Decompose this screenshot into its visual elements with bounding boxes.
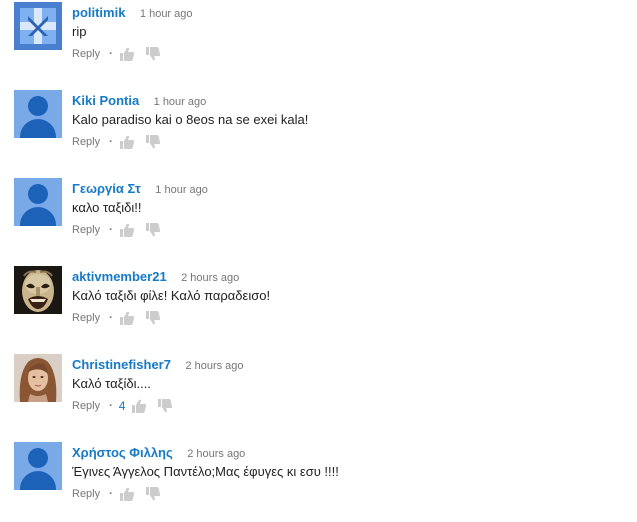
avatar[interactable] [14,2,62,50]
author-name[interactable]: aktivmember21 [72,269,167,284]
avatar[interactable] [14,178,62,226]
author-name[interactable]: Χρήστος Φιλλης [72,445,173,460]
timestamp[interactable]: 2 hours ago [185,360,243,372]
default-avatar-icon [28,96,48,116]
comment-content: politimik 1 hour ago rip Reply · [72,4,624,62]
thumbs-down-icon[interactable] [145,46,161,62]
thumbs-up-icon[interactable] [119,310,135,326]
like-count: 4 [118,399,126,413]
separator-dot: · [109,400,113,412]
comment-content: Christinefisher7 2 hours ago Καλό ταξίδι… [72,356,624,414]
thumbs-down-icon[interactable] [145,222,161,238]
comment-text: Έγινες Άγγελος Παντέλο;Μας έφυγες κι εσυ… [72,464,339,479]
default-avatar-icon [28,184,48,204]
timestamp[interactable]: 1 hour ago [140,8,193,20]
author-name[interactable]: Γεωργία Στ [72,181,141,196]
default-avatar-body [20,471,56,490]
comment-actions: Reply · [72,222,624,238]
comment-actions: Reply · 4 [72,398,624,414]
comment-actions: Reply · [72,310,624,326]
timestamp[interactable]: 1 hour ago [155,184,208,196]
separator-dot: · [109,224,113,236]
reply-button[interactable]: Reply [72,136,100,148]
comment-text: rip [72,24,87,39]
comment-header: Γεωργία Στ 1 hour ago [72,180,624,197]
reply-button[interactable]: Reply [72,224,100,236]
thumbs-up-icon[interactable] [119,46,135,62]
comment-header: Christinefisher7 2 hours ago [72,356,624,373]
thumbs-up-icon[interactable] [119,222,135,238]
timestamp[interactable]: 2 hours ago [187,448,245,460]
author-name[interactable]: Christinefisher7 [72,357,171,372]
comment-header: politimik 1 hour ago [72,4,624,21]
avatar[interactable] [14,354,62,402]
theater-mask-icon [14,266,62,314]
separator-dot: · [109,312,113,324]
comment-actions: Reply · [72,134,624,150]
reply-button[interactable]: Reply [72,488,100,500]
author-name[interactable]: politimik [72,5,125,20]
avatar[interactable] [14,266,62,314]
comment-content: aktivmember21 2 hours ago Καλό ταξιδι φί… [72,268,624,326]
thumbs-down-icon[interactable] [157,398,173,414]
thumbs-down-icon[interactable] [145,486,161,502]
reply-button[interactable]: Reply [72,400,100,412]
default-avatar-body [20,119,56,138]
timestamp[interactable]: 2 hours ago [181,272,239,284]
comment-text: καλο ταξιδι!! [72,200,142,215]
comment-content: Χρήστος Φιλλης 2 hours ago Έγινες Άγγελο… [72,444,624,502]
timestamp[interactable]: 1 hour ago [154,96,207,108]
comment-text: Kalo paradiso kai o 8eos na se exei kala… [72,112,309,127]
thumbs-down-icon[interactable] [145,134,161,150]
comment-content: Γεωργία Στ 1 hour ago καλο ταξιδι!! Repl… [72,180,624,238]
comment-text: Καλό ταξίδι.... [72,376,151,391]
comment-header: Kiki Pontia 1 hour ago [72,92,624,109]
comment: Christinefisher7 2 hours ago Καλό ταξίδι… [14,354,624,434]
separator-dot: · [109,48,113,60]
comment: aktivmember21 2 hours ago Καλό ταξιδι φί… [14,266,624,346]
reply-button[interactable]: Reply [72,312,100,324]
author-name[interactable]: Kiki Pontia [72,93,139,108]
comment-actions: Reply · [72,486,624,502]
thumbs-up-icon[interactable] [119,134,135,150]
comment-content: Kiki Pontia 1 hour ago Kalo paradiso kai… [72,92,624,150]
separator-dot: · [109,136,113,148]
default-avatar-icon [28,448,48,468]
pattern-avatar-icon [14,2,62,50]
thumbs-up-icon[interactable] [131,398,147,414]
avatar[interactable] [14,90,62,138]
comment: politimik 1 hour ago rip Reply · [14,2,624,82]
avatar[interactable] [14,442,62,490]
comment: Γεωργία Στ 1 hour ago καλο ταξιδι!! Repl… [14,178,624,258]
reply-button[interactable]: Reply [72,48,100,60]
comment: Χρήστος Φιλλης 2 hours ago Έγινες Άγγελο… [14,442,624,522]
comment-header: aktivmember21 2 hours ago [72,268,624,285]
thumbs-down-icon[interactable] [145,310,161,326]
comment-actions: Reply · [72,46,624,62]
woman-portrait-icon [14,354,62,402]
separator-dot: · [109,488,113,500]
default-avatar-body [20,207,56,226]
comment-text: Καλό ταξιδι φίλε! Καλό παραδεισο! [72,288,271,303]
comment-header: Χρήστος Φιλλης 2 hours ago [72,444,624,461]
comment: Kiki Pontia 1 hour ago Kalo paradiso kai… [14,90,624,170]
thumbs-up-icon[interactable] [119,486,135,502]
